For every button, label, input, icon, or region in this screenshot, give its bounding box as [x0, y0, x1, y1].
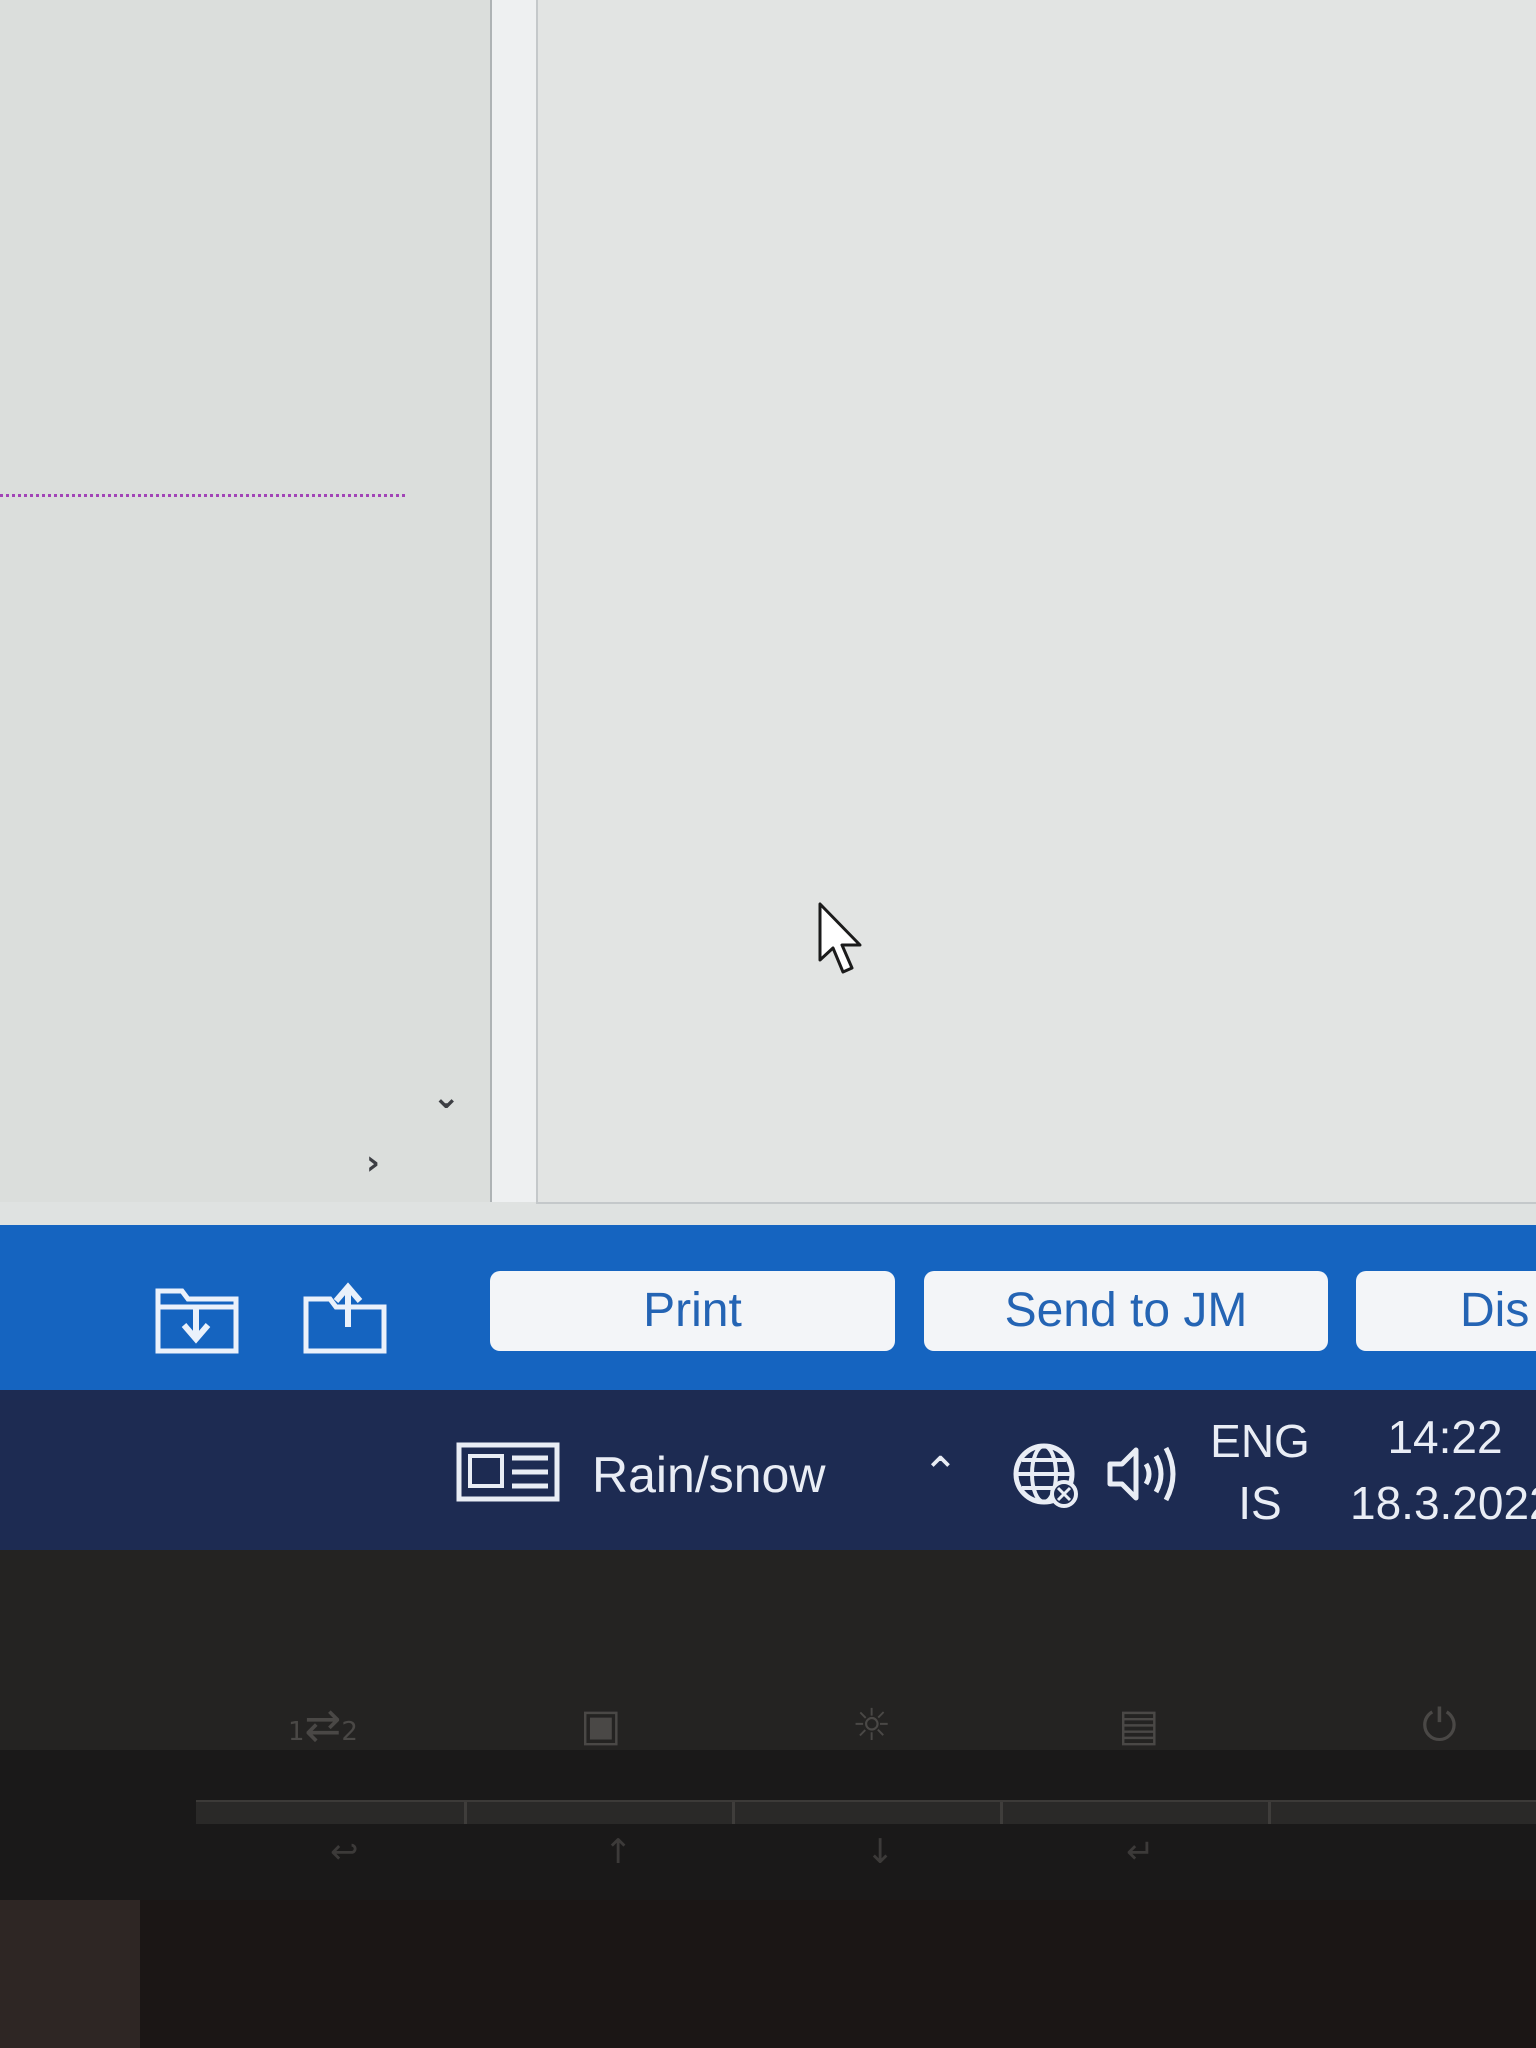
page-break-line — [0, 494, 405, 497]
desk-background-left — [0, 1900, 140, 2048]
down-arrow-icon: ↓ — [866, 1832, 895, 1872]
folder-download-icon[interactable] — [152, 1277, 244, 1357]
power-icon: ⏻ — [1422, 1700, 1457, 1751]
news-icon[interactable] — [456, 1442, 560, 1502]
control-segment[interactable] — [196, 1802, 467, 1824]
language-code: ENG — [1210, 1415, 1310, 1467]
up-arrow-icon: ↑ — [604, 1832, 633, 1872]
enter-icon: ↵ — [1126, 1832, 1155, 1872]
desk-background — [0, 1900, 1536, 2048]
brightness-icon: ☼ — [852, 1700, 892, 1751]
scroll-down-icon[interactable]: ⌄ — [432, 1080, 461, 1114]
pane-splitter[interactable] — [492, 0, 536, 1202]
document-pane[interactable]: ⌄ › — [0, 0, 492, 1202]
chevron-up-icon[interactable]: ⌃ — [922, 1448, 959, 1499]
display-mode-icon: ▣ — [580, 1700, 622, 1751]
weather-label[interactable]: Rain/snow — [592, 1446, 825, 1504]
input-switch-icon: 1⇄2 — [288, 1700, 358, 1751]
action-bar: Print Send to JM Dis — [0, 1225, 1536, 1390]
monitor-bezel: 1⇄2 ▣ ☼ ▤ ⏻ — [0, 1550, 1536, 1751]
keyboard-layout: IS — [1238, 1477, 1282, 1529]
input-two-label: 2 — [341, 1717, 358, 1747]
control-segment[interactable] — [464, 1802, 735, 1824]
clock-date: 18.3.2022 — [1350, 1477, 1536, 1529]
windows-taskbar: Rain/snow ⌃ ENG IS 14:22 18.3.2022 — [0, 1390, 1536, 1550]
return-icon: ↩ — [330, 1832, 359, 1872]
monitor-control-strip[interactable] — [196, 1800, 1536, 1824]
speaker-icon[interactable] — [1106, 1442, 1180, 1506]
control-segment[interactable] — [732, 1802, 1003, 1824]
screen: ⌄ › — [0, 0, 1536, 1225]
folder-upload-icon[interactable] — [300, 1277, 392, 1357]
clock-time: 14:22 — [1387, 1411, 1503, 1463]
mouse-pointer-icon — [818, 902, 862, 974]
input-language-indicator[interactable]: ENG IS — [1210, 1410, 1310, 1534]
send-to-jm-button[interactable]: Send to JM — [924, 1271, 1328, 1351]
clock[interactable]: 14:22 18.3.2022 — [1350, 1404, 1536, 1536]
print-button[interactable]: Print — [490, 1271, 895, 1351]
control-segment[interactable] — [1000, 1802, 1271, 1824]
input-one-label: 1 — [288, 1717, 305, 1747]
partial-button[interactable]: Dis — [1356, 1271, 1536, 1351]
scroll-right-icon[interactable]: › — [366, 1146, 380, 1180]
globe-icon[interactable] — [1010, 1440, 1082, 1512]
preview-pane[interactable] — [536, 0, 1536, 1204]
menu-icon: ▤ — [1118, 1700, 1160, 1751]
